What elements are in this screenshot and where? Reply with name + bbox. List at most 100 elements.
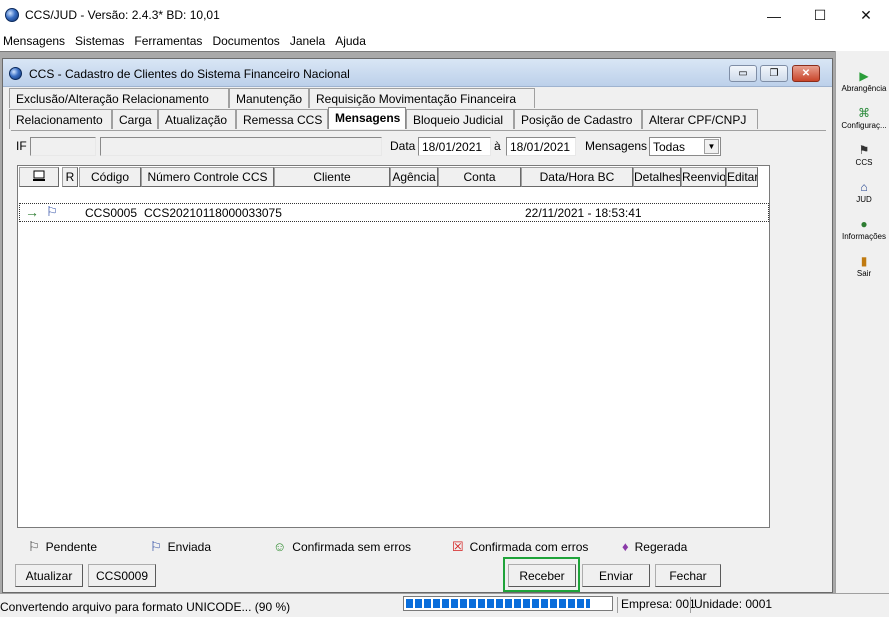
row-data-hora: 22/11/2021 - 18:53:41 xyxy=(525,206,642,220)
flag-pendente-icon: ⚐ xyxy=(28,539,40,554)
menu-mensagens[interactable]: Mensagens xyxy=(0,31,72,51)
date-from-input[interactable]: 18/01/2021 xyxy=(418,137,491,156)
legend-label: Enviada xyxy=(167,540,212,554)
menu-documentos[interactable]: Documentos xyxy=(209,31,286,51)
ccs0009-button[interactable]: CCS0009 xyxy=(88,564,156,587)
toolbar-informacoes-button[interactable]: ● Informações xyxy=(838,213,889,249)
fechar-button[interactable]: Fechar xyxy=(655,564,721,587)
tab-exclusao-alteracao[interactable]: Exclusão/Alteração Relacionamento xyxy=(9,88,229,108)
flag-enviada-icon: ⚐ xyxy=(46,204,58,219)
menu-bar: Mensagens Sistemas Ferramentas Documento… xyxy=(0,31,889,51)
legend-confirmada-com-erros: ☒ Confirmada com erros xyxy=(452,539,588,555)
tab-row-2: Relacionamento Carga Atualização Remessa… xyxy=(9,107,824,129)
toolbar-configuracoes-button[interactable]: ⌘ Configuraç... xyxy=(838,102,889,138)
app-icon xyxy=(5,8,19,22)
tab-carga[interactable]: Carga xyxy=(112,109,158,129)
progress-fill xyxy=(406,599,590,608)
toolbar-sair-button[interactable]: ▮ Sair xyxy=(838,250,889,286)
ccs-icon: ⚑ xyxy=(858,143,870,157)
header-conta[interactable]: Conta xyxy=(438,167,521,187)
error-x-icon: ☒ xyxy=(452,539,464,554)
child-title-bar: CCS - Cadastro de Clientes do Sistema Fi… xyxy=(3,59,832,87)
table-row[interactable]: → ⚐ CCS0005 CCS20210118000033075 22/11/2… xyxy=(19,203,769,222)
tab-posicao-cadastro[interactable]: Posição de Cadastro xyxy=(514,109,642,129)
minimize-icon: — xyxy=(767,7,781,24)
bank-icon: ⌂ xyxy=(860,180,868,194)
tab-remessa-ccs[interactable]: Remessa CCS xyxy=(236,109,328,129)
tab-relacionamento[interactable]: Relacionamento xyxy=(9,109,112,129)
header-numero-controle[interactable]: Número Controle CCS xyxy=(141,167,274,187)
play-icon: ▶ xyxy=(859,69,869,83)
status-message: Convertendo arquivo para formato UNICODE… xyxy=(0,600,291,614)
toolbar-jud-button[interactable]: ⌂ JUD xyxy=(838,176,889,212)
regerada-icon: ♦ xyxy=(622,539,629,554)
close-button[interactable]: ✕ xyxy=(843,0,889,31)
settings-icon: ⌘ xyxy=(858,106,870,120)
toolbar-ccs-button[interactable]: ⚑ CCS xyxy=(838,139,889,175)
enviar-button[interactable]: Enviar xyxy=(582,564,650,587)
flag-enviada-icon: ⚐ xyxy=(150,539,162,554)
header-detalhes[interactable]: Detalhes xyxy=(633,167,681,187)
child-restore-button[interactable]: ❐ xyxy=(760,65,788,82)
header-r[interactable]: R xyxy=(62,167,78,187)
data-label: Data xyxy=(390,139,416,153)
right-toolbar: ▶ Abrangência ⌘ Configuraç... ⚑ CCS ⌂ JU… xyxy=(835,51,889,593)
toolbar-label: Informações xyxy=(841,232,887,241)
tab-alterar-cpf-cnpj[interactable]: Alterar CPF/CNPJ xyxy=(642,109,758,129)
chevron-down-icon[interactable]: ▼ xyxy=(704,139,719,154)
tab-mensagens[interactable]: Mensagens xyxy=(328,107,406,129)
tab-manutencao[interactable]: Manutenção xyxy=(229,88,309,108)
exit-door-icon: ▮ xyxy=(860,254,868,268)
legend-label: Confirmada sem erros xyxy=(292,539,411,554)
legend-regerada: ♦ Regerada xyxy=(622,539,687,554)
tab-requisicao-movimentacao[interactable]: Requisição Movimentação Financeira xyxy=(309,88,535,108)
restore-icon: ❐ xyxy=(769,68,779,79)
child-minimize-button[interactable]: ▭ xyxy=(729,65,757,82)
smiley-icon: ☺ xyxy=(273,539,287,554)
header-codigo[interactable]: Código xyxy=(79,167,141,187)
minimize-icon: ▭ xyxy=(738,68,748,79)
empresa-status: Empresa: 001 xyxy=(617,597,696,613)
toolbar-label: CCS xyxy=(855,158,873,167)
status-bar: Convertendo arquivo para formato UNICODE… xyxy=(0,593,889,617)
if-description-field[interactable] xyxy=(100,137,382,156)
menu-janela[interactable]: Janela xyxy=(287,31,332,51)
toolbar-abrangencia-button[interactable]: ▶ Abrangência xyxy=(838,65,889,101)
atualizar-button[interactable]: Atualizar xyxy=(15,564,83,587)
header-cliente[interactable]: Cliente xyxy=(274,167,390,187)
window-title: CCS/JUD - Versão: 2.4.3* BD: 10,01 xyxy=(25,8,220,22)
toolbar-label: Abrangência xyxy=(841,84,887,93)
mensagens-filter-select[interactable]: Todas ▼ xyxy=(649,137,721,156)
child-window-title: CCS - Cadastro de Clientes do Sistema Fi… xyxy=(29,67,350,81)
ccs-app-icon xyxy=(9,67,22,80)
mensagens-filter-label: Mensagens xyxy=(585,139,648,153)
unidade-status: Unidade: 0001 xyxy=(690,597,772,613)
menu-ferramentas[interactable]: Ferramentas xyxy=(131,31,209,51)
row-numero-controle: CCS20210118000033075 xyxy=(144,206,282,220)
minimize-button[interactable]: — xyxy=(751,0,797,31)
date-separator-label: à xyxy=(494,139,501,153)
header-data-hora-bc[interactable]: Data/Hora BC xyxy=(521,167,633,187)
header-editar[interactable]: Editar xyxy=(726,167,758,187)
if-code-field[interactable] xyxy=(30,137,96,156)
legend-enviada: ⚐ Enviada xyxy=(150,539,211,555)
tab-atualizacao[interactable]: Atualização xyxy=(158,109,236,129)
close-icon: ✕ xyxy=(801,68,811,79)
menu-ajuda[interactable]: Ajuda xyxy=(332,31,373,51)
legend-label: Confirmada com erros xyxy=(469,540,589,554)
toolbar-label: JUD xyxy=(856,195,872,204)
tab-bloqueio-judicial[interactable]: Bloqueio Judicial xyxy=(406,109,514,129)
header-agencia[interactable]: Agência xyxy=(390,167,438,187)
date-to-input[interactable]: 18/01/2021 xyxy=(506,137,576,156)
toolbar-label: Sair xyxy=(856,269,872,278)
maximize-button[interactable]: ☐ xyxy=(797,0,843,31)
header-computer-icon-column[interactable] xyxy=(19,167,59,187)
child-close-button[interactable]: ✕ xyxy=(792,65,820,82)
legend-pendente: ⚐ Pendente xyxy=(28,539,97,555)
row-codigo: CCS0005 xyxy=(85,206,138,220)
menu-sistemas[interactable]: Sistemas xyxy=(72,31,131,51)
progress-bar xyxy=(403,596,613,611)
header-reenvio[interactable]: Reenvio xyxy=(681,167,726,187)
legend-label: Regerada xyxy=(634,539,688,554)
maximize-icon: ☐ xyxy=(813,7,827,23)
